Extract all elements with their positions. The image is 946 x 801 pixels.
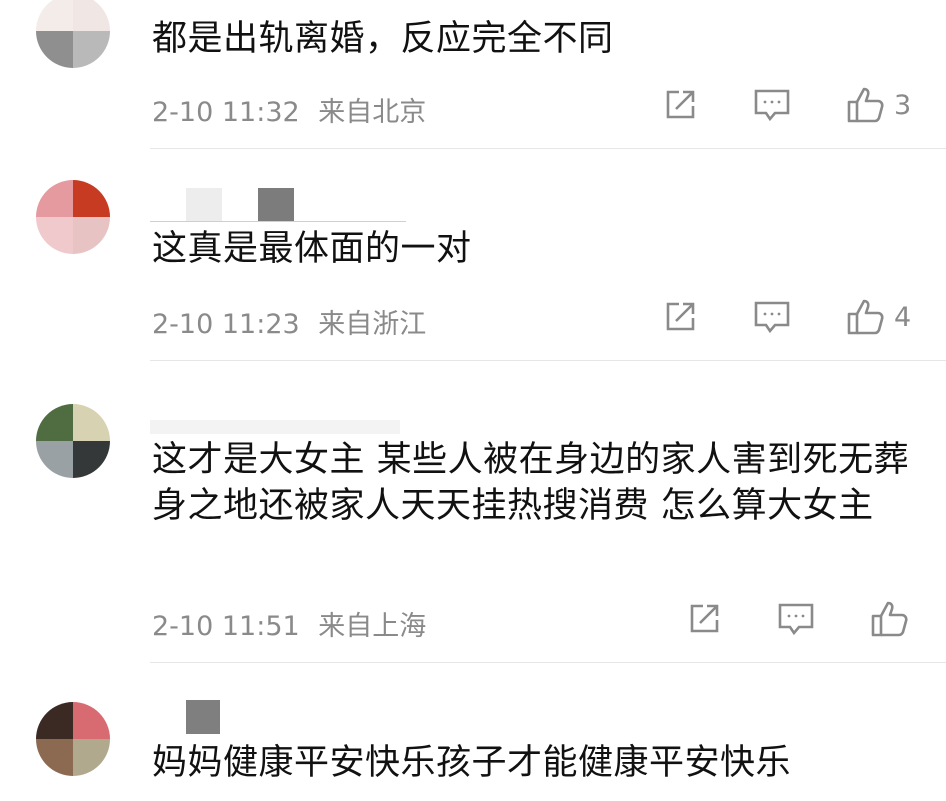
comment-text: 这才是大女主 某些人被在身边的家人害到死无葬身之地还被家人天天挂热搜消费 怎么算… xyxy=(152,440,910,526)
like-count: 4 xyxy=(894,301,912,333)
share-icon xyxy=(666,90,695,119)
comment-meta: 2-10 11:32 来自北京 xyxy=(152,90,426,129)
reply-button[interactable] xyxy=(752,87,792,123)
comment-meta: 2-10 11:51 来自上海 xyxy=(152,604,426,643)
reply-button[interactable] xyxy=(752,299,792,335)
divider xyxy=(150,148,946,149)
comment-location: 来自北京 xyxy=(318,97,427,128)
comment-time: 2-10 11:23 xyxy=(152,309,300,340)
comment-time: 2-10 11:32 xyxy=(152,97,300,128)
comment-text: 都是出轨离婚，反应完全不同 xyxy=(152,19,614,59)
comment-actions xyxy=(686,600,918,638)
share-button[interactable] xyxy=(662,299,698,335)
username-redacted[interactable] xyxy=(150,698,220,734)
avatar[interactable] xyxy=(36,702,110,776)
thumbs-up-icon xyxy=(871,601,908,637)
name-underline xyxy=(150,221,406,222)
like-button[interactable] xyxy=(870,600,918,638)
thumbs-up-icon xyxy=(847,87,884,123)
share-button[interactable] xyxy=(686,601,722,637)
share-button[interactable] xyxy=(662,87,698,123)
share-icon xyxy=(690,604,719,633)
divider xyxy=(150,360,946,361)
like-count: 3 xyxy=(894,89,912,121)
username-redacted[interactable] xyxy=(150,398,400,434)
comment-actions: 3 xyxy=(662,86,911,124)
like-button[interactable]: 4 xyxy=(846,298,911,336)
comment-time: 2-10 11:51 xyxy=(152,611,300,642)
comment-location: 来自上海 xyxy=(318,611,427,642)
avatar[interactable] xyxy=(36,180,110,254)
share-icon xyxy=(666,302,695,331)
divider xyxy=(150,662,946,663)
username-redacted[interactable] xyxy=(150,186,294,222)
reply-button[interactable] xyxy=(776,601,816,637)
comment-icon xyxy=(754,89,790,122)
comment-text: 妈妈健康平安快乐孩子才能健康平安快乐 xyxy=(152,743,792,783)
thumbs-up-icon xyxy=(847,299,884,335)
avatar[interactable] xyxy=(36,0,110,68)
comment-icon xyxy=(778,603,814,636)
like-button[interactable]: 3 xyxy=(846,86,911,124)
comment-location: 来自浙江 xyxy=(318,309,427,340)
avatar[interactable] xyxy=(36,404,110,478)
comment-icon xyxy=(754,301,790,334)
comment-actions: 4 xyxy=(662,298,911,336)
comment-meta: 2-10 11:23 来自浙江 xyxy=(152,302,426,341)
comment-text: 这真是最体面的一对 xyxy=(152,229,472,269)
